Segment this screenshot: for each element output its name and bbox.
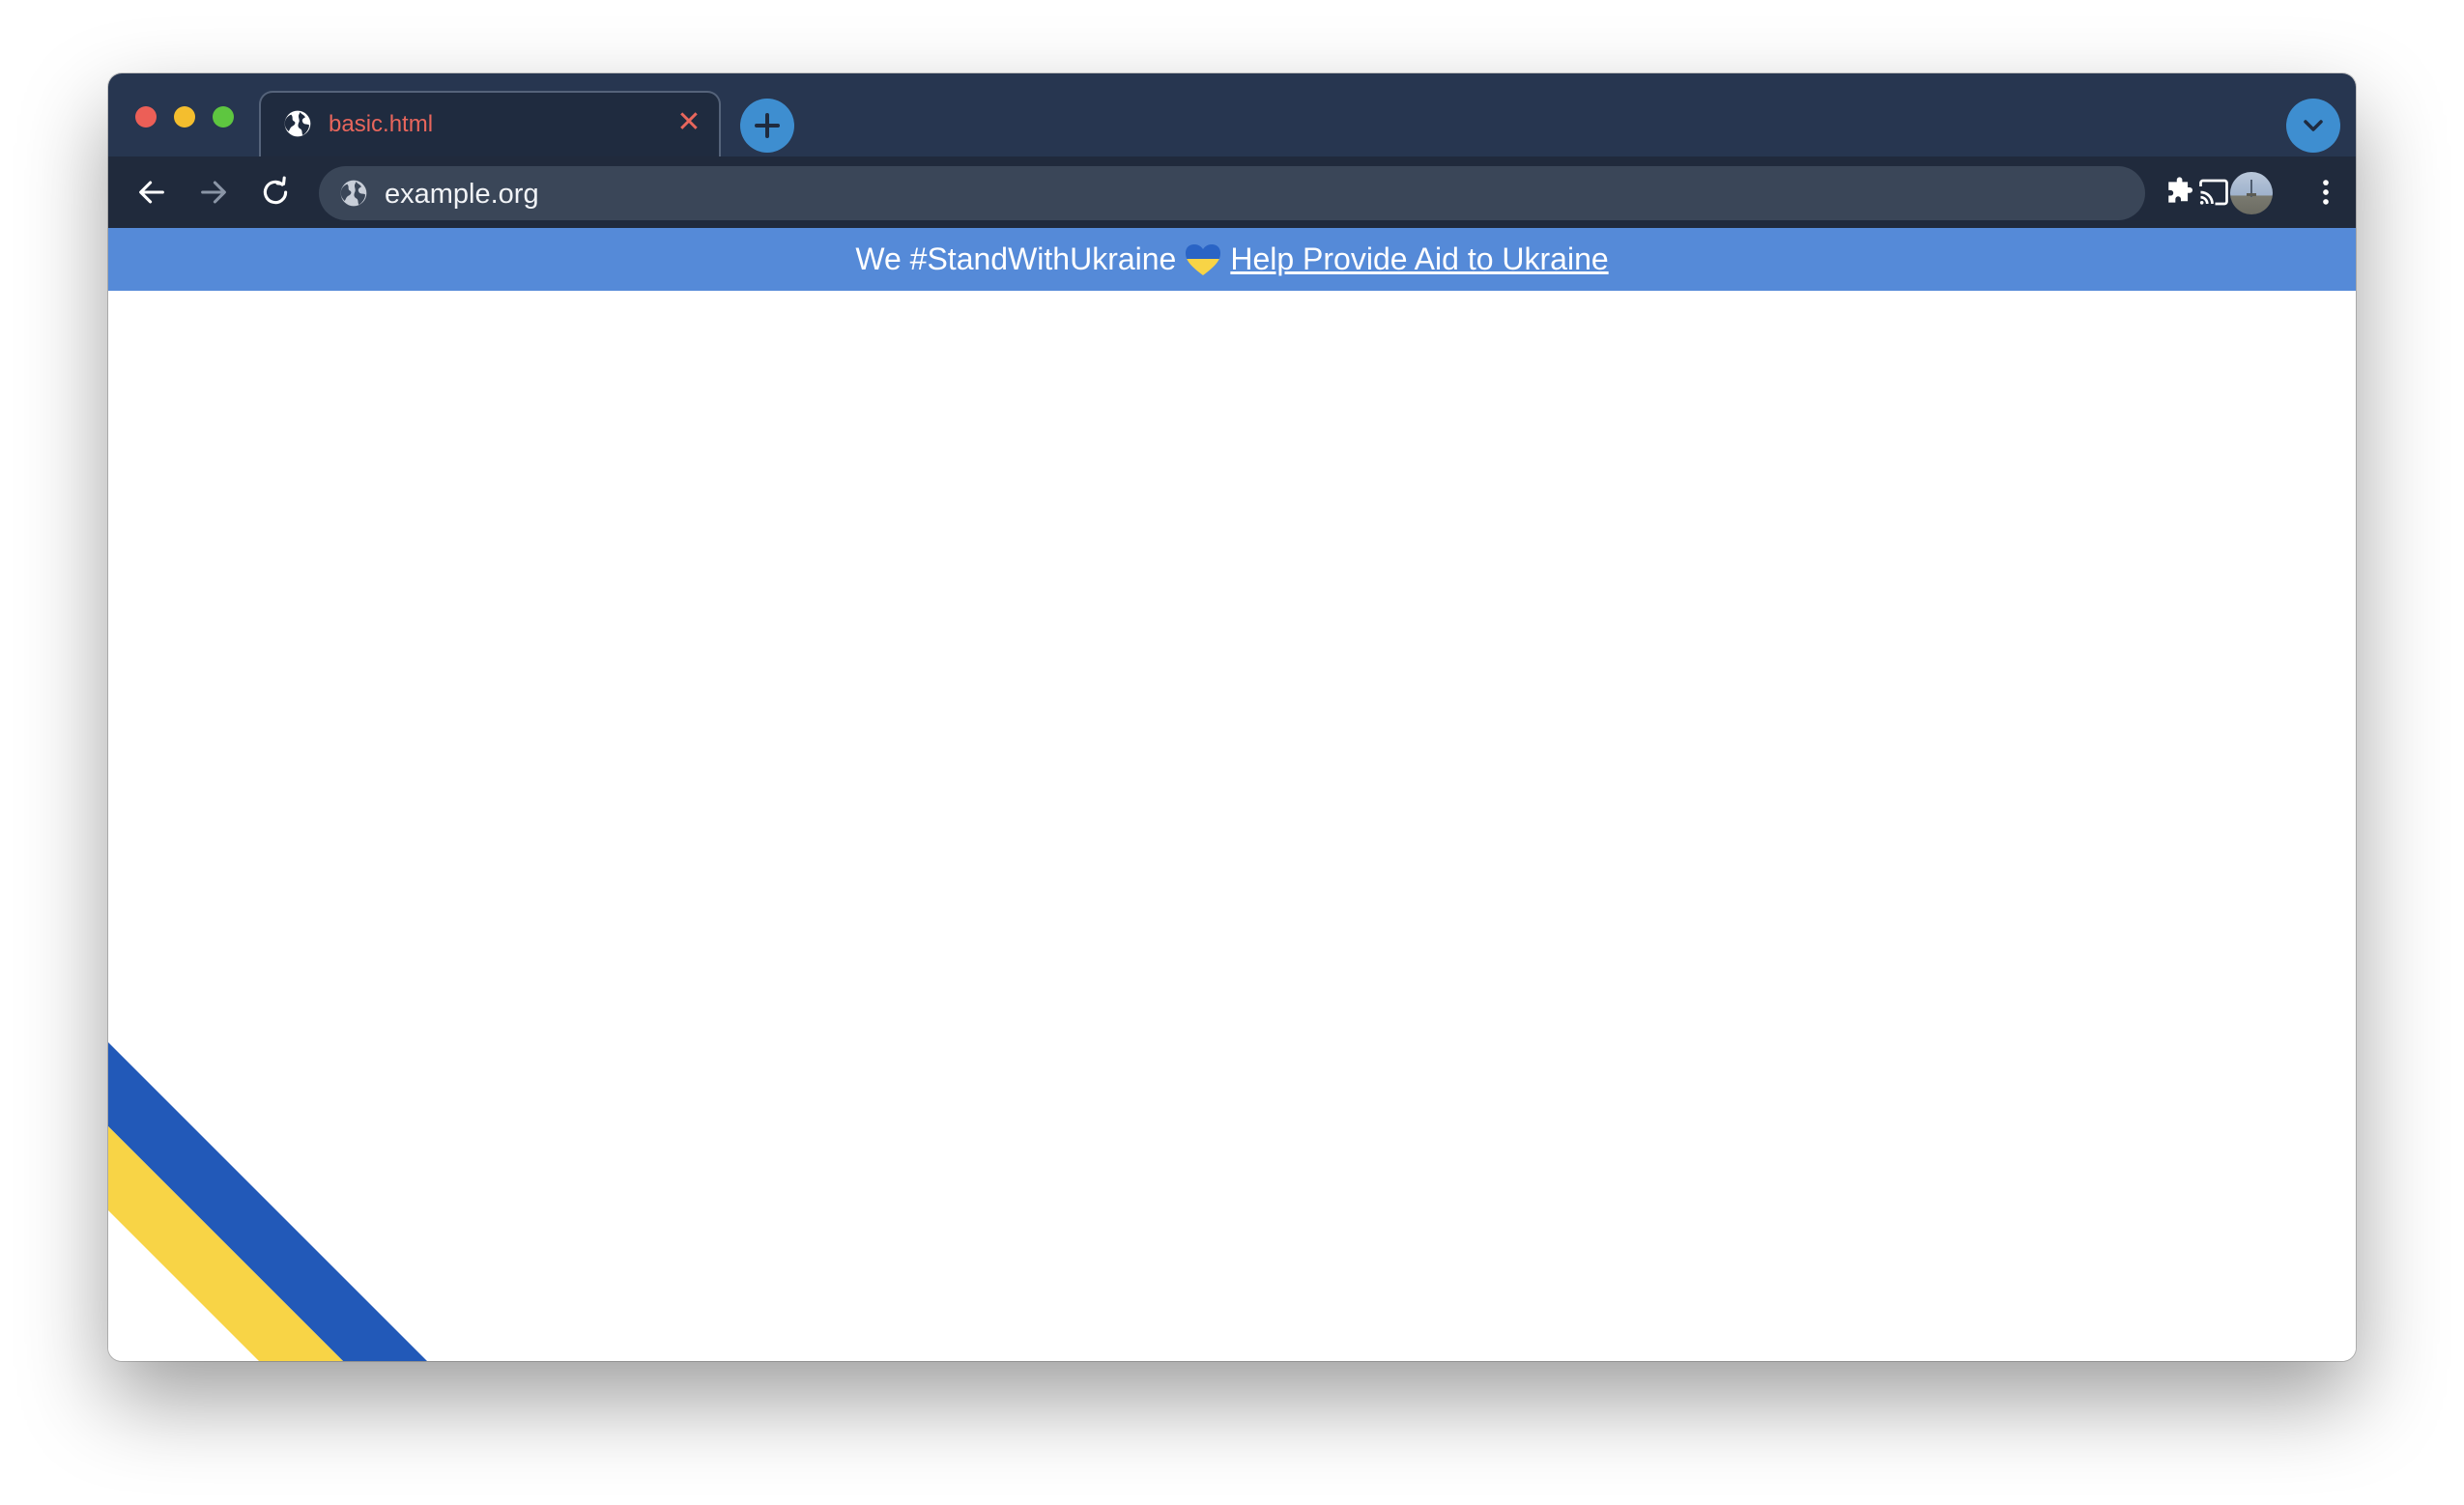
new-tab-button[interactable] <box>740 99 794 153</box>
ukraine-ribbon-decoration <box>108 1042 427 1361</box>
back-button[interactable] <box>128 168 176 216</box>
stand-with-ukraine-banner: We #StandWithUkraine Help Provide Aid to… <box>108 228 2356 291</box>
reload-button[interactable] <box>251 168 300 216</box>
page-viewport: We #StandWithUkraine Help Provide Aid to… <box>108 228 2356 1361</box>
address-bar[interactable]: example.org <box>319 166 2145 220</box>
close-window-button[interactable] <box>135 106 157 128</box>
tab-search-button[interactable] <box>2286 99 2340 153</box>
profile-avatar[interactable] <box>2230 172 2273 214</box>
tab-strip: basic.html ✕ <box>108 73 2356 160</box>
minimize-window-button[interactable] <box>174 106 195 128</box>
zoom-window-button[interactable] <box>213 106 234 128</box>
url-text[interactable]: example.org <box>385 179 539 210</box>
tab-close-icon[interactable]: ✕ <box>673 106 705 139</box>
banner-text: We #StandWithUkraine <box>855 241 1177 276</box>
reload-icon <box>263 176 288 205</box>
tab-title: basic.html <box>329 111 434 137</box>
chevron-down-icon <box>2304 120 2323 131</box>
globe-icon <box>284 110 311 137</box>
help-aid-link[interactable]: Help Provide Aid to Ukraine <box>1230 241 1608 277</box>
site-info-icon[interactable] <box>338 178 369 209</box>
kebab-menu-icon <box>2323 180 2329 205</box>
arrow-left-icon <box>139 181 164 204</box>
tab-basic-html[interactable]: basic.html ✕ <box>259 91 721 160</box>
avatar-image-icon <box>2247 180 2256 197</box>
browser-window: basic.html ✕ example.org We #StandWithUk… <box>108 73 2356 1361</box>
plus-icon <box>755 113 780 138</box>
cast-icon <box>2199 179 2228 206</box>
menu-button[interactable] <box>2302 168 2350 216</box>
arrow-right-icon <box>201 181 226 204</box>
heart-icon <box>1186 243 1221 275</box>
browser-toolbar: example.org <box>108 156 2356 228</box>
forward-button[interactable] <box>189 168 238 216</box>
